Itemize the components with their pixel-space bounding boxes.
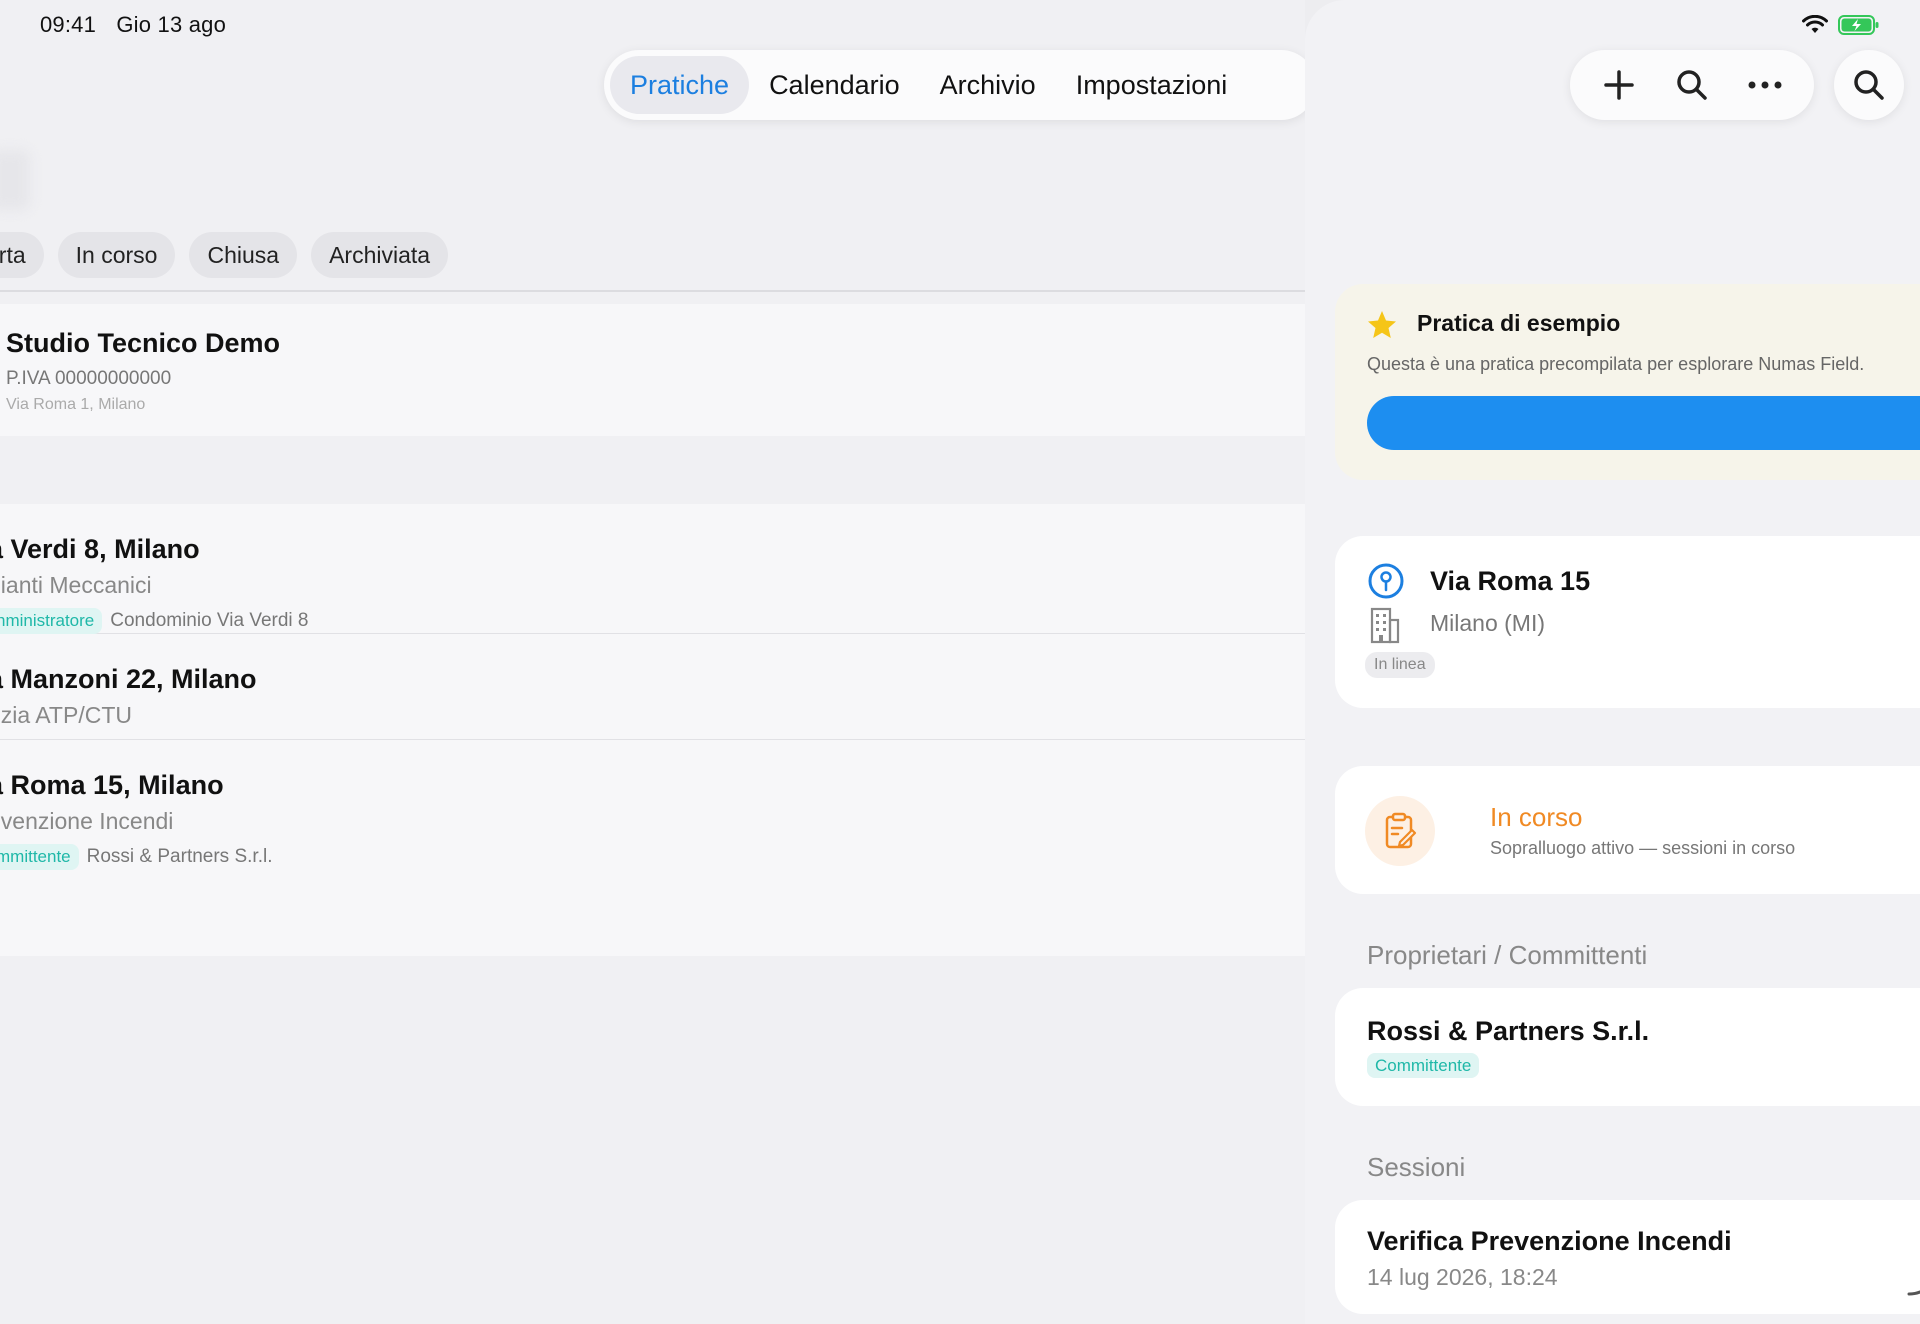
list-item-tags: mmittente Rossi & Partners S.r.l. [0,844,272,870]
list-item[interactable]: a Verdi 8, Milano pianti Meccanici nmini… [0,504,1305,634]
list-item-subtitle: pianti Meccanici [0,572,152,598]
tab-archivio[interactable]: Archivio [920,56,1056,114]
detail-actions-group [1570,50,1814,120]
global-search-button[interactable] [1834,50,1904,120]
status-time: 09:41 [40,12,97,37]
list-item-title: a Roma 15, Milano [0,770,224,800]
tab-impostazioni[interactable]: Impostazioni [1056,56,1248,114]
studio-name: Studio Tecnico Demo [6,328,281,358]
wifi-icon [1802,15,1828,33]
owner-role: Committente [1367,1053,1480,1078]
role-badge: nministratore [0,608,103,634]
studio-vat: P.IVA 00000000000 [6,368,172,389]
list-item[interactable]: a Roma 15, Milano evenzione Incendi mmit… [0,740,1305,870]
address-city: Milano (MI) [1430,610,1546,636]
client-name: Rossi & Partners S.r.l. [86,846,273,867]
practice-list: a Verdi 8, Milano pianti Meccanici nmini… [0,504,1305,956]
practice-detail-pane: Pratica di esempio Questa è una pratica … [1305,0,1920,1324]
search-button[interactable] [1668,61,1716,109]
ellipsis-icon [1748,81,1782,89]
tab-pratiche[interactable]: Pratiche [610,56,750,114]
studio-address: Via Roma 1, Milano [6,396,146,413]
session-date: 14 lug 2026, 18:24 [1367,1264,1558,1290]
blurred-header-ghost [0,150,30,210]
filter-chip-in-corso[interactable]: In corso [57,232,176,278]
status-bar-icons [1802,14,1880,36]
example-practice-card: Pratica di esempio Questa è una pratica … [1335,284,1920,480]
status-icon-container [1365,796,1435,866]
status-label: In corso [1490,802,1583,832]
status-card[interactable]: In corso Sopralluogo attivo — sessioni i… [1335,766,1920,894]
map-pin-icon [1368,563,1404,599]
role-badge: mmittente [0,844,79,870]
list-item-title: a Manzoni 22, Milano [0,664,257,694]
search-icon [1854,70,1884,100]
loading-spinner-icon [1907,1290,1920,1296]
more-button[interactable] [1741,61,1789,109]
list-item-subtitle: rizia ATP/CTU [0,702,132,728]
filter-chip-archiviata[interactable]: Archiviata [311,232,449,278]
plus-icon [1603,70,1634,100]
address-street: Via Roma 15 [1430,566,1591,596]
list-item-subtitle: evenzione Incendi [0,808,174,834]
list-item-title: a Verdi 8, Milano [0,534,200,564]
status-date: Gio 13 ago [116,12,227,37]
session-card[interactable]: Verifica Prevenzione Incendi 14 lug 2026… [1335,1200,1920,1314]
status-filter-chips: erta In corso Chiusa Archiviata [0,232,449,278]
star-icon [1368,311,1396,338]
client-name: Condominio Via Verdi 8 [110,610,309,631]
building-icon [1370,607,1400,644]
battery-charging-icon [1838,15,1879,35]
status-description: Sopralluogo attivo — sessioni in corso [1490,838,1796,858]
sessions-section-title: Sessioni [1367,1152,1466,1182]
clipboard-edit-icon [1385,812,1417,849]
filter-divider [0,290,1305,292]
session-title: Verifica Prevenzione Incendi [1367,1226,1732,1256]
list-item[interactable]: a Manzoni 22, Milano rizia ATP/CTU [0,634,1305,740]
owner-name: Rossi & Partners S.r.l. [1367,1016,1650,1046]
studio-header-card[interactable]: Studio Tecnico Demo P.IVA 00000000000 Vi… [0,304,1305,436]
owner-card[interactable]: Rossi & Partners S.r.l. Committente [1335,988,1920,1106]
owner-role-badge: Committente [1367,1053,1480,1078]
owners-section-title: Proprietari / Committenti [1367,940,1648,970]
address-card: Via Roma 15 Milano (MI) In linea [1335,536,1920,708]
practice-list-pane: 09:41 Gio 13 ago erta In corso Chiusa Ar… [0,0,1305,1324]
list-item-tags: nministratore Condominio Via Verdi 8 [0,608,309,634]
status-bar-clock: 09:41 Gio 13 ago [40,12,240,38]
example-title: Pratica di esempio [1417,310,1621,336]
filter-chip-aperta[interactable]: erta [0,232,44,278]
main-tab-bar: Pratiche Calendario Archivio Impostazion… [604,50,1316,120]
filter-chip-chiusa[interactable]: Chiusa [189,232,298,278]
example-action-button[interactable] [1367,396,1920,450]
example-description: Questa è una pratica precompilata per es… [1367,354,1865,374]
tab-calendario[interactable]: Calendario [749,56,920,114]
online-status-badge: In linea [1365,652,1435,678]
add-button[interactable] [1595,61,1643,109]
search-icon [1677,70,1707,100]
